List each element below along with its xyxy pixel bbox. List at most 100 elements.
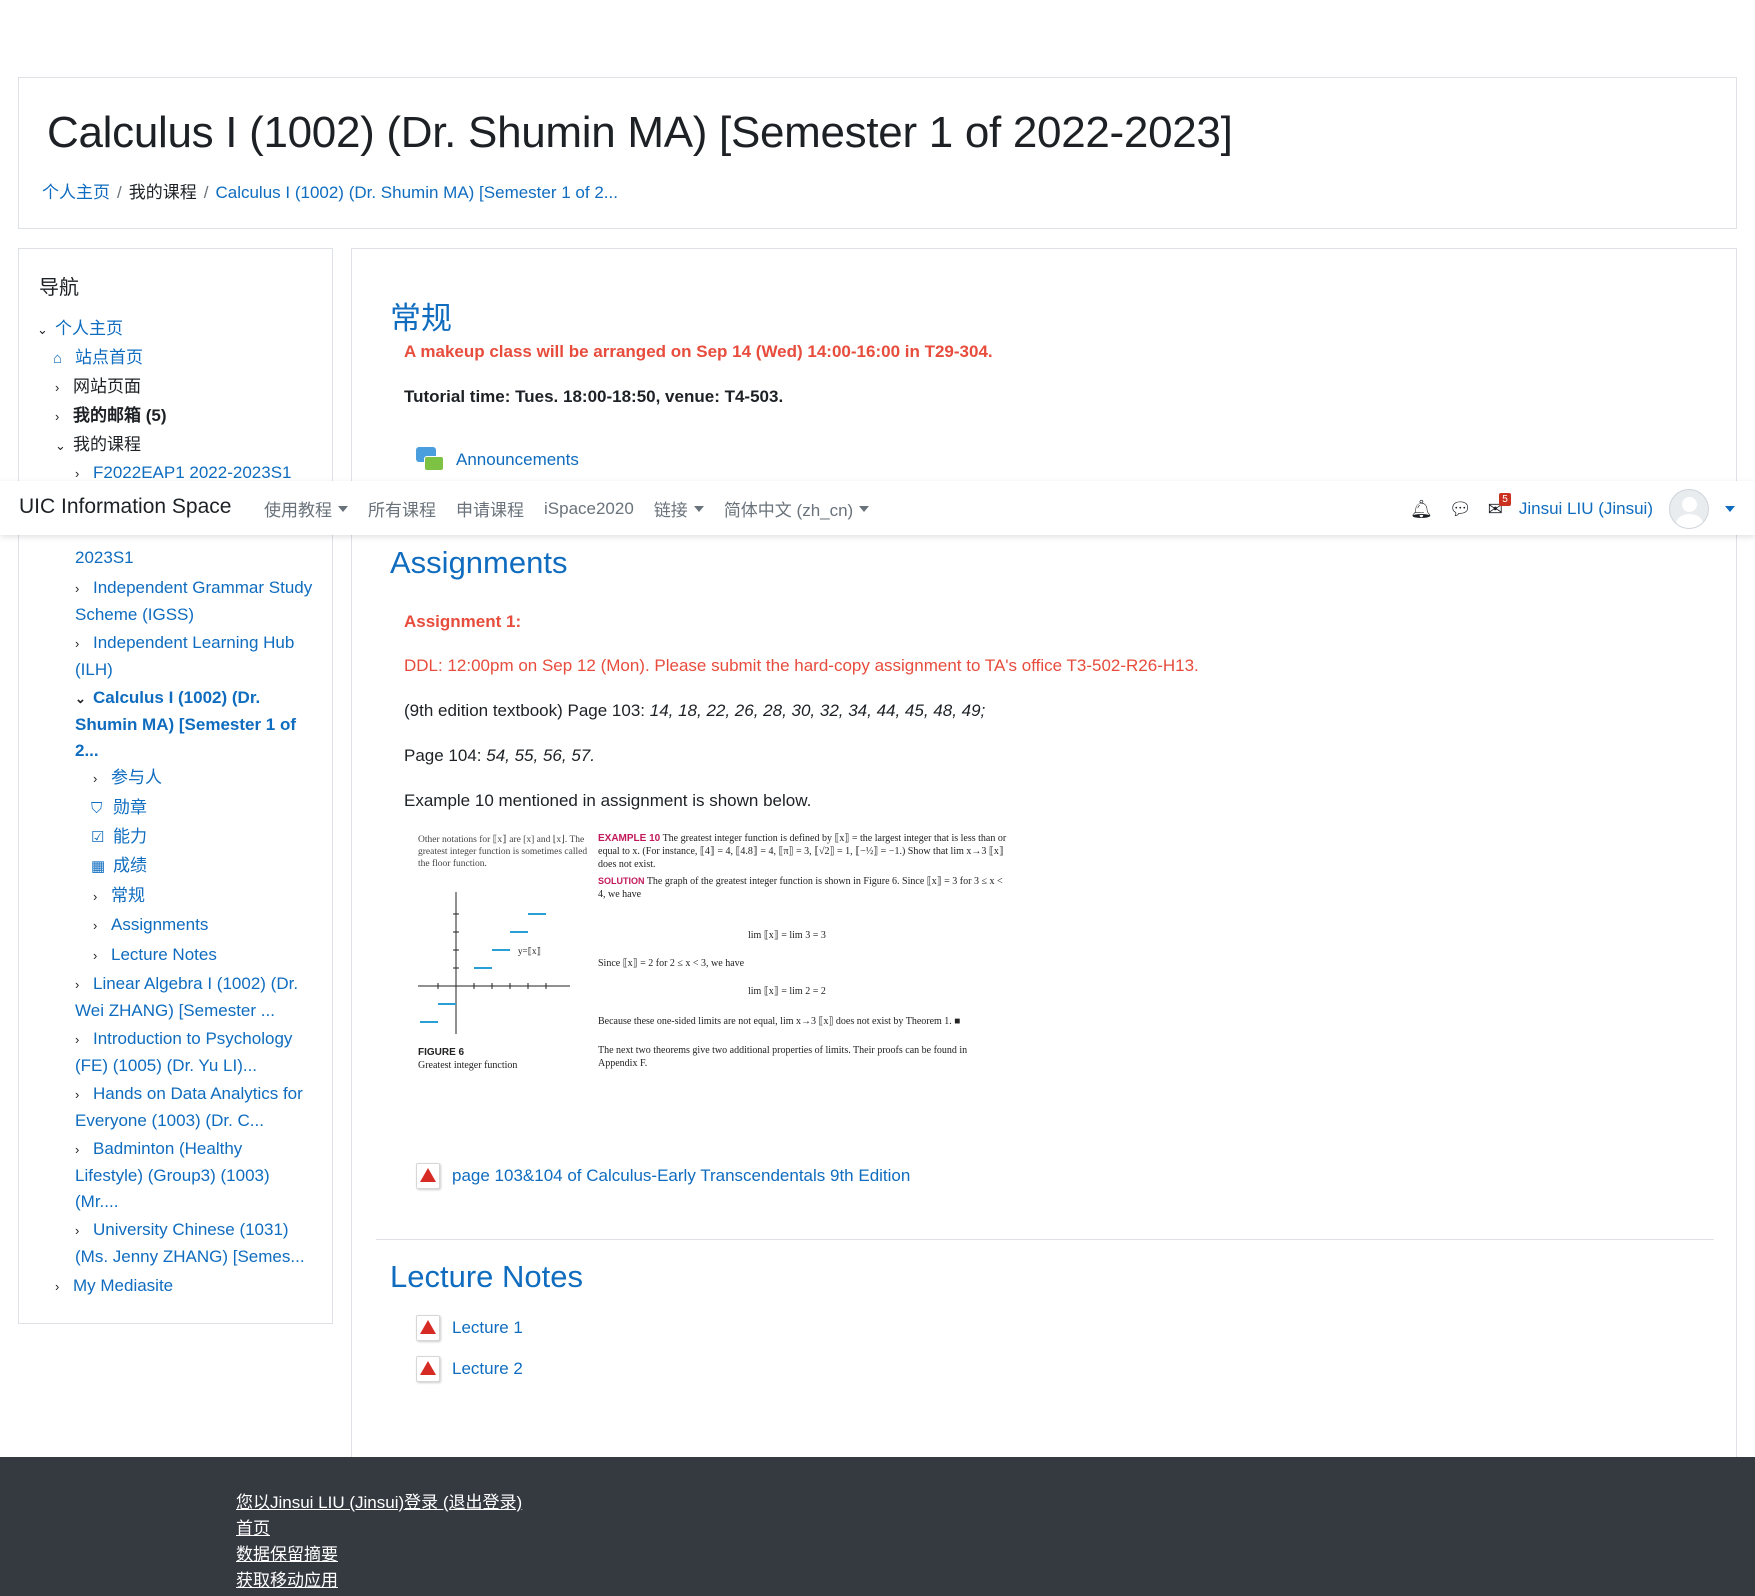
nav-item-badges[interactable]: ⛉ 勋章	[91, 795, 147, 822]
table-icon: ▦	[91, 858, 106, 875]
navbar-user-tools: 🔔︎ 💬︎ ✉ 5 Jinsui LIU (Jinsui)	[1410, 489, 1735, 529]
nav-item-grades[interactable]: ▦ 成绩	[91, 853, 147, 880]
nav-item-home[interactable]: ⌄ 个人主页	[37, 316, 123, 343]
page-title: Calculus I (1002) (Dr. Shumin MA) [Semes…	[47, 108, 1233, 157]
chevron-right-icon: ›	[93, 948, 98, 963]
pdf-icon	[416, 1163, 440, 1189]
nav-item-course-psychology[interactable]: › Introduction to Psychology (FE) (1005) …	[75, 1026, 320, 1079]
page-footer: 您以Jinsui LIU (Jinsui)登录 (退出登录) 首页 数据保留摘要…	[0, 1457, 1755, 1596]
nav-item-site-pages[interactable]: › 网站页面	[55, 374, 141, 401]
nav-item-site-home[interactable]: ⌂ 站点首页	[53, 345, 143, 372]
greatest-integer-graph: y=⟦x⟧	[418, 892, 570, 1034]
announcements-label[interactable]: Announcements	[456, 450, 579, 470]
chevron-right-icon: ›	[75, 1032, 80, 1047]
footer-home-link[interactable]: 首页	[236, 1514, 270, 1539]
example-note: Example 10 mentioned in assignment is sh…	[404, 791, 812, 810]
lecture-1-link[interactable]: Lecture 1	[416, 1315, 523, 1341]
chevron-right-icon: ›	[93, 771, 98, 786]
section-title-general[interactable]: 常规	[390, 293, 452, 338]
footer-mobile-app-link[interactable]: 获取移动应用	[236, 1566, 338, 1591]
pdf-icon	[416, 1356, 440, 1382]
chevron-down-icon: ⌄	[37, 322, 48, 337]
footer-data-retention-link[interactable]: 数据保留摘要	[236, 1540, 338, 1565]
chevron-right-icon: ›	[75, 636, 80, 651]
menu-links[interactable]: 链接	[654, 496, 704, 521]
navigation-title: 导航	[39, 277, 79, 299]
page-header: Calculus I (1002) (Dr. Shumin MA) [Semes…	[18, 77, 1737, 229]
equation-2: lim ⟦x⟧ = lim 2 = 2	[748, 986, 826, 997]
menu-all-courses[interactable]: 所有课程	[368, 496, 436, 521]
chevron-right-icon: ›	[75, 1223, 80, 1238]
breadcrumb-my-courses: 我的课程	[128, 183, 197, 202]
assignment-1-heading: Assignment 1:	[404, 612, 522, 631]
menu-language[interactable]: 简体中文 (zh_cn)	[724, 496, 870, 521]
breadcrumb-home[interactable]: 个人主页	[42, 183, 110, 202]
chevron-right-icon: ›	[75, 581, 80, 596]
chevron-down-icon: ⌄	[55, 438, 66, 453]
avatar[interactable]	[1669, 489, 1709, 529]
nav-item-mailbox[interactable]: › 我的邮箱 (5)	[55, 403, 167, 430]
nav-item-course-ilh[interactable]: › Independent Learning Hub (ILH)	[75, 630, 320, 683]
pdf-icon	[416, 1315, 440, 1341]
breadcrumb: 个人主页 / 我的课程 / Calculus I (1002) (Dr. Shumin …	[42, 183, 618, 202]
figure-side-note: Other notations for ⟦x⟧ are [x] and ⌊x⌋.…	[418, 835, 588, 869]
footer-login-info[interactable]: 您以Jinsui LIU (Jinsui)登录 (退出登录)	[236, 1488, 522, 1513]
chevron-right-icon: ›	[55, 409, 60, 424]
announcements-link[interactable]: Announcements	[416, 447, 579, 473]
caret-down-icon	[693, 505, 704, 512]
page-103-exercises: (9th edition textbook) Page 103: 14, 18,…	[404, 701, 986, 720]
textbook-pdf-link[interactable]: page 103&104 of Calculus-Early Transcend…	[416, 1163, 910, 1189]
nav-item-course-badminton[interactable]: › Badminton (Healthy Lifestyle) (Group3) …	[75, 1136, 305, 1215]
mail-icon[interactable]: ✉ 5	[1488, 492, 1511, 520]
chat-bubble-icon[interactable]: 💬︎	[1449, 499, 1472, 520]
chevron-right-icon: ›	[93, 889, 98, 904]
user-name[interactable]: Jinsui LIU (Jinsui)	[1519, 499, 1653, 519]
tutorial-time: Tutorial time: Tues. 18:00-18:50, venue:…	[404, 387, 784, 406]
navigation-block: 导航 ⌄ 个人主页 ⌂ 站点首页 › 网站页面 › 我的邮箱 (5) ⌄ 我的课程 › F2…	[18, 248, 333, 1324]
nav-item-competencies[interactable]: ☑ 能力	[91, 824, 147, 851]
page-104-exercises: Page 104: 54, 55, 56, 57.	[404, 746, 595, 765]
textbook-pdf-label[interactable]: page 103&104 of Calculus-Early Transcend…	[452, 1166, 910, 1186]
lecture-1-label[interactable]: Lecture 1	[452, 1318, 523, 1338]
nav-item-general[interactable]: › 常规	[93, 883, 145, 910]
shield-icon: ⛉	[91, 800, 103, 817]
bell-icon[interactable]: 🔔︎	[1410, 499, 1433, 520]
menu-tutorials[interactable]: 使用教程	[264, 496, 348, 521]
nav-item-lecture-notes[interactable]: › Lecture Notes	[93, 942, 217, 969]
nav-item-mediasite[interactable]: › My Mediasite	[55, 1273, 173, 1300]
menu-ispace2020[interactable]: iSpace2020	[544, 496, 634, 521]
section-title-assignments[interactable]: Assignments	[390, 545, 567, 581]
top-navbar: UIC Information Space 使用教程 所有课程 申请课程 iSp…	[0, 481, 1755, 535]
nav-item-course-chinese[interactable]: › University Chinese (1031) (Ms. Jenny ZH…	[75, 1217, 320, 1270]
nav-item-course-data-analytics[interactable]: › Hands on Data Analytics for Everyone (1…	[75, 1081, 320, 1134]
because-text: Because these one-sided limits are not e…	[598, 1016, 961, 1027]
caret-down-icon	[859, 505, 870, 512]
chevron-right-icon: ›	[75, 1142, 80, 1157]
menu-apply-course[interactable]: 申请课程	[456, 496, 524, 521]
forum-icon	[416, 447, 444, 473]
lecture-2-label[interactable]: Lecture 2	[452, 1359, 523, 1379]
nav-item-course-calculus[interactable]: ⌄ Calculus I (1002) (Dr. Shumin MA) [Seme…	[75, 685, 310, 764]
section-title-lecture-notes[interactable]: Lecture Notes	[390, 1259, 583, 1295]
nav-item-participants[interactable]: › 参与人	[93, 765, 162, 792]
home-icon: ⌂	[53, 350, 63, 367]
chevron-right-icon: ›	[93, 918, 98, 933]
chevron-right-icon: ›	[75, 1087, 80, 1102]
figure-caption: FIGURE 6 Greatest integer function	[418, 1047, 518, 1071]
nav-item-course-igss[interactable]: › Independent Grammar Study Scheme (IGSS)	[75, 575, 320, 628]
breadcrumb-course[interactable]: Calculus I (1002) (Dr. Shumin MA) [Semes…	[215, 183, 617, 202]
user-menu-caret-icon[interactable]	[1725, 506, 1735, 512]
textbook-example-image: Other notations for ⟦x⟧ are [x] and ⌊x⌋.…	[414, 826, 1014, 1076]
nav-item-course-eap-tail[interactable]: 2023S1	[75, 545, 134, 571]
message-count-badge: 5	[1499, 492, 1511, 506]
chevron-down-icon: ⌄	[75, 691, 86, 706]
site-brand[interactable]: UIC Information Space	[19, 495, 231, 519]
nav-item-my-courses[interactable]: ⌄ 我的课程	[55, 432, 141, 459]
checkbox-icon: ☑	[91, 829, 105, 846]
makeup-notice: A makeup class will be arranged on Sep 1…	[404, 342, 993, 361]
nav-item-course-linear-algebra[interactable]: › Linear Algebra I (1002) (Dr. Wei ZHANG)…	[75, 971, 320, 1024]
example-10-text: EXAMPLE 10 The greatest integer function…	[598, 833, 1007, 900]
nav-item-assignments[interactable]: › Assignments	[93, 912, 208, 939]
lecture-2-link[interactable]: Lecture 2	[416, 1356, 523, 1382]
assignment-deadline: DDL: 12:00pm on Sep 12 (Mon). Please sub…	[404, 656, 1199, 675]
